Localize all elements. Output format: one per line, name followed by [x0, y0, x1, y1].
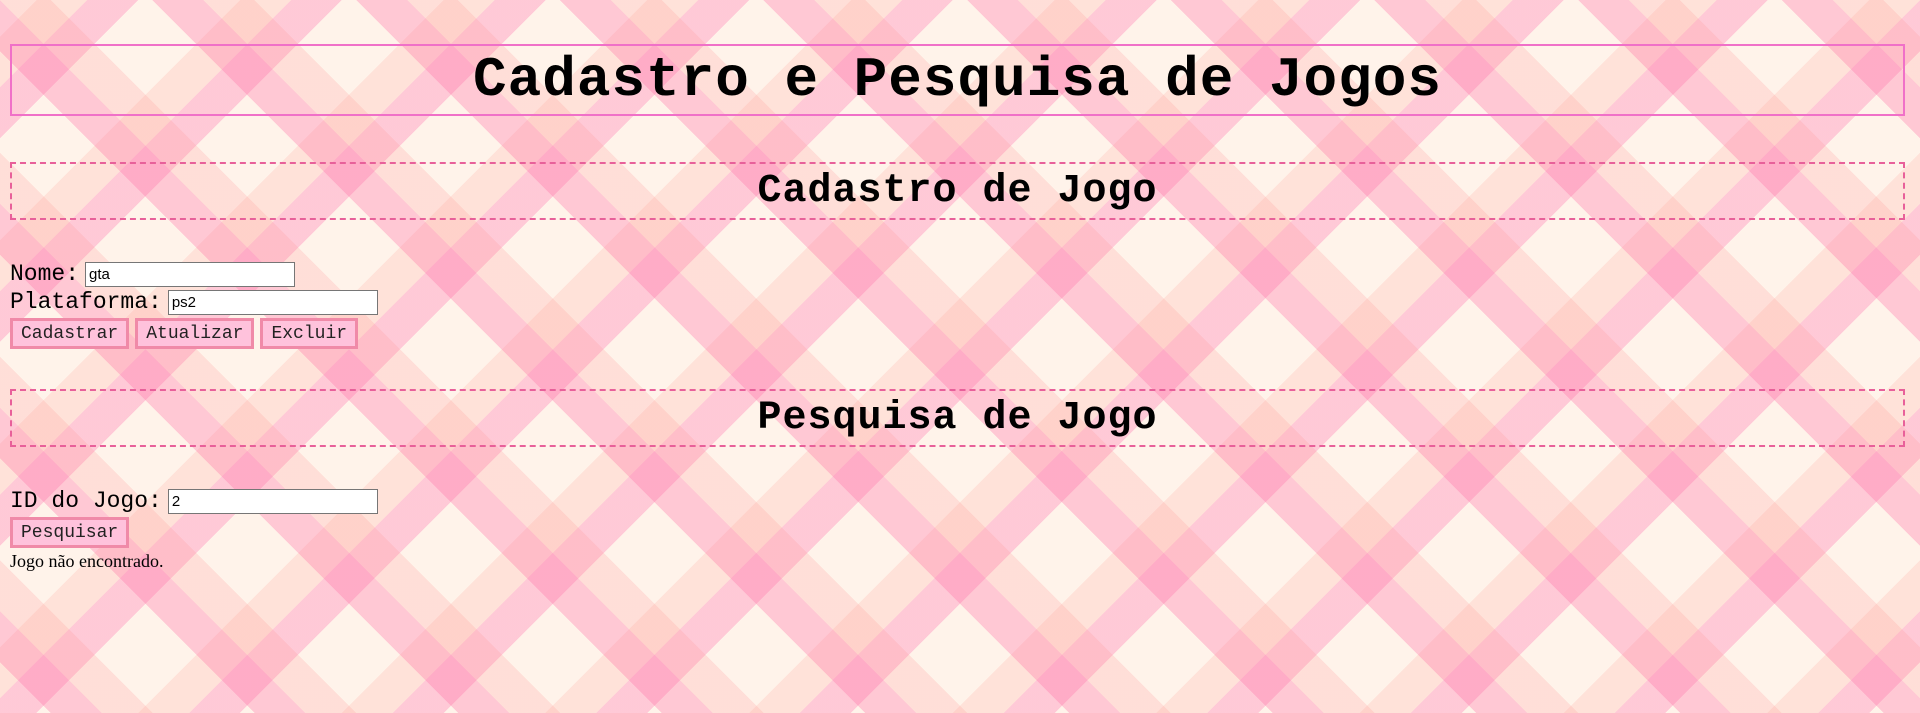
id-input[interactable]: [167, 488, 378, 514]
search-result-message: Jogo não encontrado.: [10, 551, 164, 571]
excluir-button[interactable]: Excluir: [260, 318, 359, 349]
id-row: ID do Jogo:: [10, 487, 378, 515]
atualizar-button[interactable]: Atualizar: [135, 318, 255, 349]
nome-row: Nome:: [10, 260, 378, 288]
plataforma-row: Plataforma:: [10, 288, 378, 316]
cadastrar-button[interactable]: Cadastrar: [10, 318, 130, 349]
cadastro-buttons: Cadastrar Atualizar Excluir: [10, 318, 378, 349]
page-header: Cadastro e Pesquisa de Jogos: [10, 44, 1905, 116]
pesquisa-form: ID do Jogo: Pesquisar Jogo não encontrad…: [10, 487, 378, 572]
pesquisa-section-header: Pesquisa de Jogo: [10, 389, 1905, 447]
cadastro-heading: Cadastro de Jogo: [757, 168, 1158, 214]
page-title: Cadastro e Pesquisa de Jogos: [473, 48, 1442, 112]
pesquisa-heading: Pesquisa de Jogo: [757, 395, 1158, 441]
pesquisa-buttons: Pesquisar: [10, 517, 378, 548]
pesquisar-button[interactable]: Pesquisar: [10, 517, 130, 548]
cadastro-form: Nome: Plataforma: Cadastrar Atualizar Ex…: [10, 260, 378, 349]
plataforma-label: Plataforma:: [10, 289, 162, 315]
id-label: ID do Jogo:: [10, 488, 162, 514]
nome-input[interactable]: [85, 261, 296, 287]
cadastro-section-header: Cadastro de Jogo: [10, 162, 1905, 220]
nome-label: Nome:: [10, 261, 80, 287]
plataforma-input[interactable]: [167, 289, 378, 315]
